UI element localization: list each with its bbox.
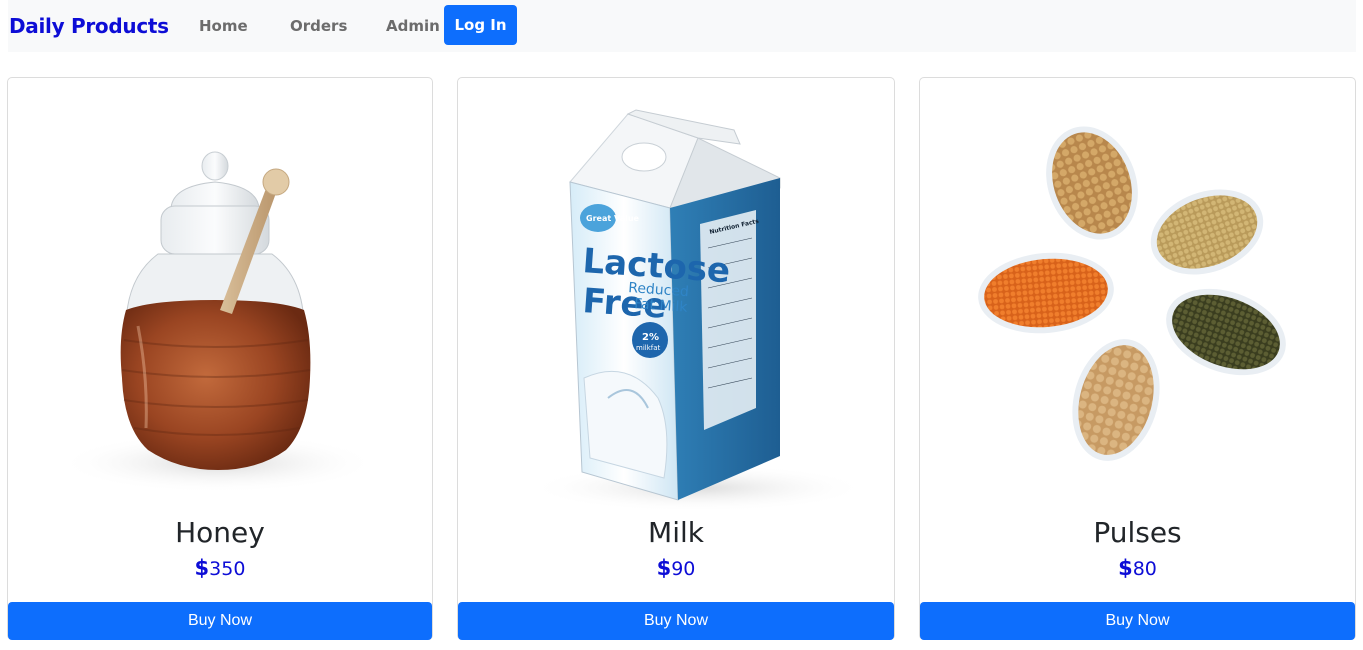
brand-logo-text[interactable]: Daily Products	[9, 14, 169, 38]
milk-brand-label: Great Value	[586, 214, 640, 223]
product-card-pulses: Pulses $80 Buy Now	[919, 77, 1356, 640]
honey-jar-image	[8, 78, 432, 514]
buy-now-button[interactable]: Buy Now	[8, 602, 432, 640]
currency-symbol: $	[194, 556, 210, 580]
login-button[interactable]: Log In	[444, 5, 517, 45]
product-price: $80	[920, 556, 1355, 580]
milkfat-badge-pct: 2%	[642, 332, 659, 343]
nav-home-link[interactable]: Home	[199, 17, 248, 35]
product-title: Honey	[175, 516, 265, 549]
pulses-bowls-image	[920, 78, 1355, 514]
product-card-milk: Nutrition Facts Great Value Lactose Free…	[457, 77, 895, 640]
product-card-honey: Honey $350 Buy Now	[7, 77, 433, 640]
price-value: 350	[209, 558, 246, 580]
product-price: $350	[8, 556, 432, 580]
product-title: Milk	[648, 516, 704, 549]
navbar: Daily Products Home Orders Admin Log In	[8, 0, 1356, 52]
buy-now-button[interactable]: Buy Now	[920, 602, 1355, 640]
buy-now-button[interactable]: Buy Now	[458, 602, 894, 640]
milkfat-badge-word: milkfat	[636, 344, 661, 352]
currency-symbol: $	[656, 556, 672, 580]
price-value: 80	[1132, 558, 1157, 580]
nav-orders-link[interactable]: Orders	[290, 17, 347, 35]
milk-carton-image: Nutrition Facts Great Value Lactose Free…	[458, 78, 894, 514]
product-title: Pulses	[1093, 516, 1182, 549]
price-value: 90	[671, 558, 696, 580]
currency-symbol: $	[1118, 556, 1133, 580]
product-price: $90	[458, 556, 894, 580]
nav-admin-link[interactable]: Admin	[386, 17, 440, 35]
